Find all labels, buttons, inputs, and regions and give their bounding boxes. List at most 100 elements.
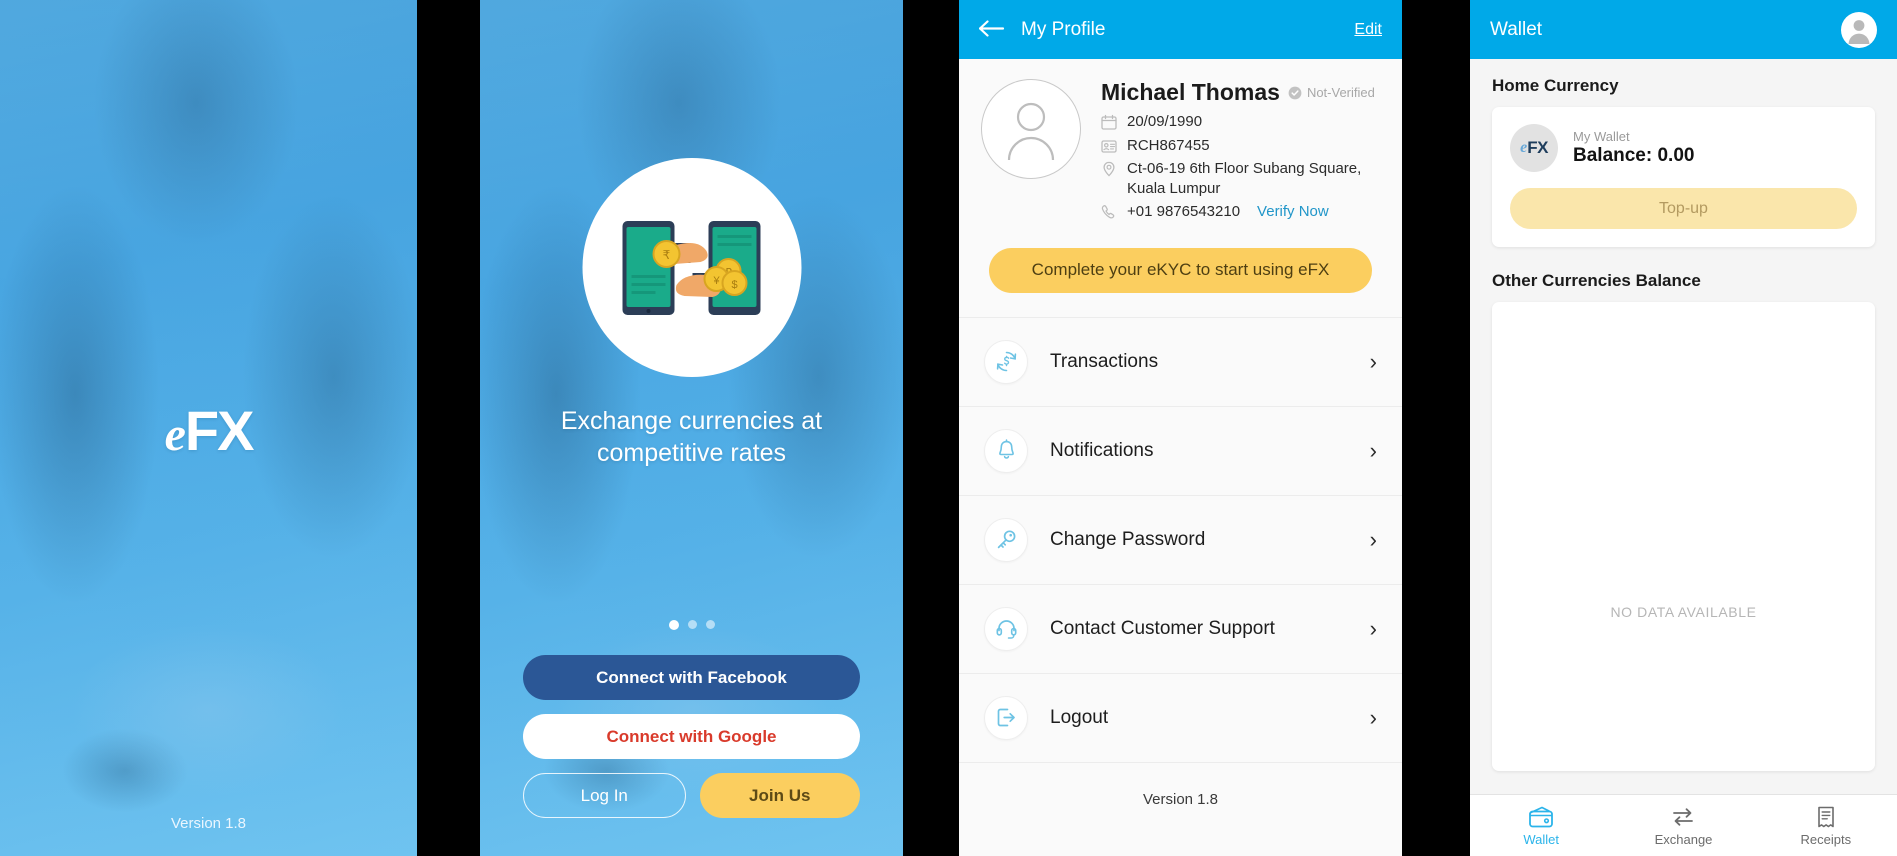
auth-button-stack: Connect with Facebook Connect with Googl… xyxy=(523,655,860,818)
chevron-right-icon: › xyxy=(1369,615,1377,641)
edit-profile-link[interactable]: Edit xyxy=(1354,21,1382,39)
bottom-tab-bar: Wallet Exchange Receipts xyxy=(1470,794,1897,856)
screenshot-stage: eFX Version 1.8 ₹ ¥ $ Exchange currencie… xyxy=(0,0,1897,856)
wallet-title: Wallet xyxy=(1490,18,1543,40)
top-up-button[interactable]: Top-up xyxy=(1510,188,1857,229)
menu-item-change-password[interactable]: Change Password › xyxy=(959,496,1402,585)
user-avatar-icon xyxy=(1007,102,1055,160)
wallet-icon xyxy=(1529,806,1554,827)
key-icon xyxy=(984,517,1028,562)
wallet-balance-row: e FX My Wallet Balance: 0.00 xyxy=(1510,124,1857,172)
profile-menu-list: Transactions › Notifications › Change Pa… xyxy=(959,316,1402,763)
location-pin-icon xyxy=(1101,161,1118,178)
profile-avatar[interactable] xyxy=(981,79,1081,179)
svg-text:$: $ xyxy=(731,279,737,291)
chevron-right-icon: › xyxy=(1369,526,1377,552)
exchange-arrows-icon xyxy=(1673,807,1694,826)
tab-label: Receipts xyxy=(1800,831,1852,847)
bell-icon xyxy=(984,428,1028,473)
connect-google-button[interactable]: Connect with Google xyxy=(523,714,860,759)
wallet-balance-texts: My Wallet Balance: 0.00 xyxy=(1573,129,1694,167)
status-badge: Not-Verified xyxy=(1288,85,1375,100)
svg-text:¥: ¥ xyxy=(712,275,720,287)
no-data-message: NO DATA AVAILABLE xyxy=(1610,603,1757,620)
tab-receipts[interactable]: Receipts xyxy=(1755,805,1897,847)
onboarding-tagline: Exchange currencies at competitive rates xyxy=(560,407,823,467)
verify-now-link[interactable]: Verify Now xyxy=(1257,202,1329,222)
badge-e-text: e xyxy=(1520,139,1528,156)
page-dot-1[interactable] xyxy=(668,620,679,630)
svg-text:₹: ₹ xyxy=(663,248,671,262)
headset-icon xyxy=(984,606,1028,651)
connect-facebook-button[interactable]: Connect with Facebook xyxy=(523,655,860,700)
user-avatar-icon xyxy=(1848,19,1870,44)
tab-label: Wallet xyxy=(1523,831,1559,847)
page-dot-3[interactable] xyxy=(705,620,715,629)
wallet-balance-value: Balance: 0.00 xyxy=(1573,145,1695,166)
menu-label: Contact Customer Support xyxy=(1050,617,1275,639)
profile-address: Ct-06-19 6th Floor Subang Square, Kuala … xyxy=(1127,160,1362,197)
profile-dob: 20/09/1990 xyxy=(1127,113,1203,130)
calendar-icon xyxy=(1101,114,1118,131)
chevron-right-icon: › xyxy=(1369,704,1377,730)
page-dot-2[interactable] xyxy=(687,620,697,629)
menu-item-notifications[interactable]: Notifications › xyxy=(959,407,1402,496)
splash-screen: eFX Version 1.8 xyxy=(0,0,417,856)
log-in-button[interactable]: Log In xyxy=(523,773,686,818)
profile-summary: Michael Thomas Not-Verified 20/09/1990 R… xyxy=(959,59,1402,226)
receipt-icon xyxy=(1818,806,1834,827)
logout-icon xyxy=(984,695,1028,740)
verification-status-text: Not-Verified xyxy=(1306,85,1375,100)
wallet-subtitle: My Wallet xyxy=(1573,129,1630,144)
profile-version-label: Version 1.8 xyxy=(1142,790,1219,808)
profile-address-row: Ct-06-19 6th Floor Subang Square, Kuala … xyxy=(1101,159,1380,198)
wallet-screen: Wallet Home Currency e FX My Wallet Balan… xyxy=(1470,0,1897,856)
tab-wallet[interactable]: Wallet xyxy=(1470,805,1612,847)
onboarding-illustration-circle: ₹ ₽ ¥ $ xyxy=(582,158,801,377)
wallet-profile-avatar-button[interactable] xyxy=(1841,11,1877,48)
phone-icon xyxy=(1101,204,1118,221)
login-join-row: Log In Join Us xyxy=(523,773,860,818)
money-exchange-phones-icon: ₹ ₽ ¥ $ xyxy=(622,220,761,315)
currency-refresh-icon xyxy=(984,339,1028,384)
verified-seal-icon xyxy=(1288,86,1302,99)
chevron-right-icon: › xyxy=(1369,437,1377,463)
menu-item-logout[interactable]: Logout › xyxy=(959,674,1402,763)
my-profile-screen: My Profile Edit Michael Thomas Not-Verif… xyxy=(959,0,1402,856)
profile-appbar: My Profile Edit xyxy=(959,0,1402,59)
profile-id-row: RCH867455 xyxy=(1101,136,1380,156)
complete-ekyc-button[interactable]: Complete your eKYC to start using eFX xyxy=(989,247,1372,293)
profile-phone-row: +01 9876543210 Verify Now xyxy=(1101,202,1380,222)
home-currency-heading: Home Currency xyxy=(1492,76,1619,95)
onboarding-screen: ₹ ₽ ¥ $ Exchange currencies at competiti… xyxy=(480,0,903,856)
tab-exchange[interactable]: Exchange xyxy=(1612,805,1754,847)
other-currencies-card: NO DATA AVAILABLE xyxy=(1492,302,1875,771)
efx-logo: eFX xyxy=(0,398,417,463)
menu-item-contact-support[interactable]: Contact Customer Support › xyxy=(959,585,1402,674)
menu-label: Change Password xyxy=(1050,528,1206,550)
profile-phone: +01 9876543210 xyxy=(1127,203,1241,220)
profile-name-row: Michael Thomas Not-Verified xyxy=(1101,79,1380,106)
menu-item-transactions[interactable]: Transactions › xyxy=(959,318,1402,407)
onboarding-page-dots[interactable] xyxy=(480,620,903,630)
menu-label: Transactions xyxy=(1050,350,1159,372)
profile-id-number: RCH867455 xyxy=(1127,136,1210,154)
arrow-left-icon[interactable] xyxy=(978,17,1005,42)
menu-label: Logout xyxy=(1050,706,1109,728)
id-card-icon xyxy=(1101,138,1118,155)
logo-e-text: e xyxy=(164,408,186,461)
chevron-right-icon: › xyxy=(1369,348,1377,374)
home-currency-card-body: e FX My Wallet Balance: 0.00 Top-up xyxy=(1492,107,1875,247)
profile-details: Michael Thomas Not-Verified 20/09/1990 R… xyxy=(1101,79,1380,226)
efx-badge-icon: e FX xyxy=(1510,124,1558,172)
badge-fx-text: FX xyxy=(1527,138,1548,157)
home-currency-card: e FX My Wallet Balance: 0.00 Top-up xyxy=(1492,107,1875,247)
profile-dob-row: 20/09/1990 xyxy=(1101,112,1380,132)
other-currencies-heading: Other Currencies Balance xyxy=(1492,271,1701,290)
join-us-button[interactable]: Join Us xyxy=(699,773,860,818)
menu-label: Notifications xyxy=(1050,439,1154,461)
wallet-appbar: Wallet xyxy=(1470,0,1897,59)
profile-title: My Profile xyxy=(1021,18,1106,40)
splash-version-label: Version 1.8 xyxy=(170,815,247,832)
profile-name: Michael Thomas xyxy=(1101,79,1280,105)
